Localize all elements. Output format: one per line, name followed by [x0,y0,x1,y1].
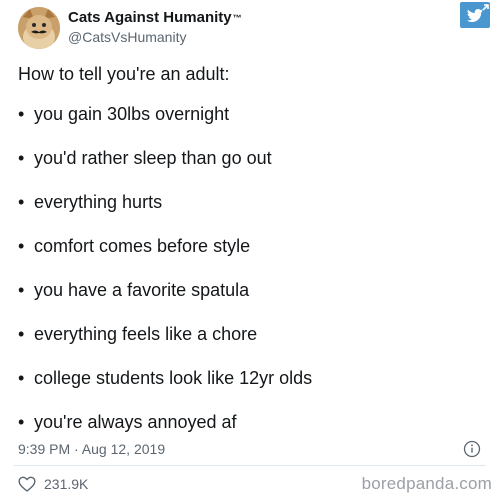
list-item: • comfort comes before style [18,235,312,257]
bullet-dot: • [18,148,25,168]
divider [14,465,486,466]
avatar-cat-icon [18,7,60,49]
user-handle[interactable]: @CatsVsHumanity [68,29,186,45]
tweet-card: Cats Against Humanity™ @CatsVsHumanity H… [0,0,500,497]
list-item: • you have a favorite spatula [18,279,312,301]
bullet-dot: • [18,192,25,212]
bullet-dot: • [18,236,25,256]
tweet-intro: How to tell you're an adult: [18,64,230,84]
like-button[interactable]: 231.9K [18,476,88,492]
watermark: boredpanda.com [361,474,492,493]
trademark-symbol: ™ [232,13,242,23]
list-item-text: you're always annoyed af [34,412,237,432]
bullet-dot: • [18,324,25,344]
bullet-dot: • [18,368,25,388]
heart-icon [18,476,36,492]
bullet-dot: • [18,104,25,124]
list-item-text: college students look like 12yr olds [34,368,313,388]
list-item-text: everything feels like a chore [34,324,258,344]
tweet-bullet-list: • you gain 30lbs overnight • you'd rather … [18,103,312,455]
tweet-timestamp[interactable]: 9:39 PM · Aug 12, 2019 [18,441,165,457]
list-item-text: everything hurts [34,192,163,212]
list-item-text: you gain 30lbs overnight [34,104,230,124]
list-item: • you'd rather sleep than go out [18,147,312,169]
display-name-text: Cats Against Humanity [68,9,232,26]
list-item: • college students look like 12yr olds [18,367,312,389]
bullet-dot: • [18,280,25,300]
list-item-text: comfort comes before style [34,236,251,256]
display-name[interactable]: Cats Against Humanity™ [68,9,242,27]
like-count: 231.9K [44,476,89,492]
list-item: • you're always annoyed af [18,411,312,433]
avatar[interactable] [18,7,60,49]
list-item: • everything hurts [18,191,312,213]
bullet-dot: • [18,412,25,432]
list-item-text: you'd rather sleep than go out [34,148,272,168]
list-item: • everything feels like a chore [18,323,312,345]
twitter-bird-icon[interactable] [460,2,490,28]
list-item: • you gain 30lbs overnight [18,103,312,125]
info-icon[interactable] [463,440,481,458]
list-item-text: you have a favorite spatula [34,280,250,300]
